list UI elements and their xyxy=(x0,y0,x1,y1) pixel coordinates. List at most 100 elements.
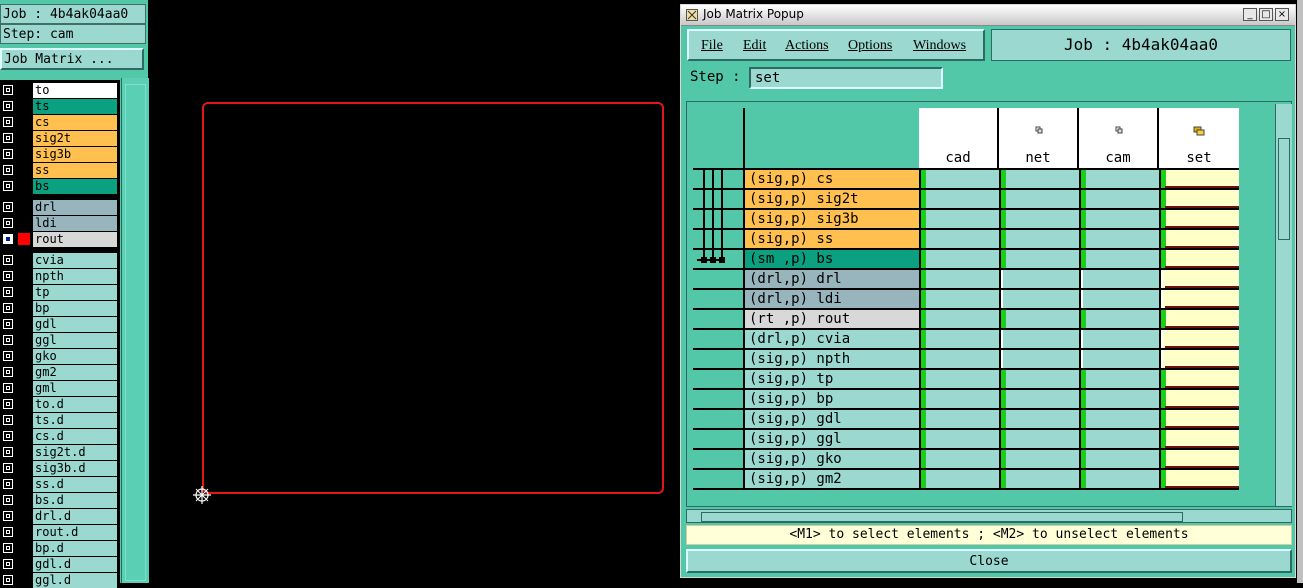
layer-checkbox[interactable] xyxy=(3,527,13,537)
matrix-cell-net[interactable] xyxy=(1001,190,1079,208)
layer-row[interactable]: bp.d xyxy=(0,540,118,556)
layer-row[interactable]: cs xyxy=(0,114,118,130)
matrix-cell-cam[interactable] xyxy=(1081,430,1159,448)
matrix-row[interactable]: (sig,p) sig2t xyxy=(693,190,1239,210)
window-close-button[interactable]: × xyxy=(1275,8,1289,21)
matrix-cell-set[interactable] xyxy=(1161,230,1239,248)
layer-row[interactable]: sig2t.d xyxy=(0,444,118,460)
matrix-row[interactable]: (sig,p) gdl xyxy=(693,410,1239,430)
layer-row[interactable]: cs.d xyxy=(0,428,118,444)
matrix-cell-net[interactable] xyxy=(1001,170,1079,188)
column-header-cad[interactable]: cad xyxy=(919,108,999,168)
matrix-cell-cad[interactable] xyxy=(921,350,999,368)
layer-checkbox[interactable] xyxy=(3,351,13,361)
matrix-cell-cad[interactable] xyxy=(921,250,999,268)
layer-row[interactable]: bs xyxy=(0,178,118,194)
layer-checkbox[interactable] xyxy=(3,559,13,569)
matrix-cell-net[interactable] xyxy=(1001,370,1079,388)
matrix-cell-cam[interactable] xyxy=(1081,250,1159,268)
layer-row[interactable]: to.d xyxy=(0,396,118,412)
matrix-cell-cad[interactable] xyxy=(921,370,999,388)
matrix-cell-cad[interactable] xyxy=(921,270,999,288)
layer-checkbox[interactable] xyxy=(3,415,13,425)
layer-row[interactable]: sig2t xyxy=(0,130,118,146)
matrix-cell-set[interactable] xyxy=(1161,330,1239,348)
layer-row[interactable]: rout xyxy=(0,231,118,247)
matrix-row[interactable]: (drl,p) cvia xyxy=(693,330,1239,350)
matrix-row[interactable]: (sm ,p) bs xyxy=(693,250,1239,270)
layer-row[interactable]: drl xyxy=(0,199,118,215)
matrix-row[interactable]: (sig,p) cs xyxy=(693,170,1239,190)
layer-row[interactable]: gko xyxy=(0,348,118,364)
layer-checkbox[interactable] xyxy=(3,202,13,212)
layer-checkbox[interactable] xyxy=(3,149,13,159)
layer-checkbox[interactable] xyxy=(3,383,13,393)
menu-actions[interactable]: Actions xyxy=(785,38,829,54)
matrix-cell-cam[interactable] xyxy=(1081,310,1159,328)
matrix-cell-net[interactable] xyxy=(1001,390,1079,408)
matrix-cell-net[interactable] xyxy=(1001,270,1079,288)
column-header-cam[interactable]: cam xyxy=(1079,108,1159,168)
matrix-row[interactable]: (sig,p) ggl xyxy=(693,430,1239,450)
matrix-cell-net[interactable] xyxy=(1001,250,1079,268)
layer-checkbox[interactable] xyxy=(3,101,13,111)
matrix-horizontal-scrollbar[interactable] xyxy=(686,509,1292,523)
matrix-row[interactable]: (sig,p) ss xyxy=(693,230,1239,250)
layer-row[interactable]: sig3b xyxy=(0,146,118,162)
layer-row[interactable]: ts.d xyxy=(0,412,118,428)
layer-checkbox[interactable] xyxy=(3,511,13,521)
matrix-row[interactable]: (sig,p) npth xyxy=(693,350,1239,370)
matrix-cell-set[interactable] xyxy=(1161,190,1239,208)
matrix-cell-cad[interactable] xyxy=(921,210,999,228)
matrix-cell-cad[interactable] xyxy=(921,410,999,428)
maximize-button[interactable]: □ xyxy=(1259,8,1273,21)
matrix-cell-cam[interactable] xyxy=(1081,270,1159,288)
layer-row[interactable]: ldi xyxy=(0,215,118,231)
layer-row[interactable]: gml xyxy=(0,380,118,396)
matrix-cell-cad[interactable] xyxy=(921,310,999,328)
layer-checkbox[interactable] xyxy=(3,479,13,489)
layer-checkbox[interactable] xyxy=(3,447,13,457)
matrix-cell-cam[interactable] xyxy=(1081,210,1159,228)
matrix-row[interactable]: (sig,p) gko xyxy=(693,450,1239,470)
matrix-cell-set[interactable] xyxy=(1161,170,1239,188)
layer-checkbox[interactable] xyxy=(3,575,13,585)
matrix-row[interactable]: (rt ,p) rout xyxy=(693,310,1239,330)
menu-windows[interactable]: Windows xyxy=(913,38,966,54)
matrix-cell-cad[interactable] xyxy=(921,390,999,408)
matrix-cell-net[interactable] xyxy=(1001,350,1079,368)
matrix-cell-cam[interactable] xyxy=(1081,190,1159,208)
matrix-cell-cad[interactable] xyxy=(921,170,999,188)
layer-list-scrollbar[interactable] xyxy=(121,78,149,583)
matrix-cell-net[interactable] xyxy=(1001,330,1079,348)
layer-checkbox[interactable] xyxy=(3,133,13,143)
matrix-cell-net[interactable] xyxy=(1001,310,1079,328)
layer-checkbox[interactable] xyxy=(3,287,13,297)
matrix-cell-cam[interactable] xyxy=(1081,230,1159,248)
matrix-cell-set[interactable] xyxy=(1161,250,1239,268)
layer-checkbox[interactable] xyxy=(3,463,13,473)
layer-checkbox[interactable] xyxy=(3,181,13,191)
matrix-cell-cam[interactable] xyxy=(1081,290,1159,308)
matrix-cell-cad[interactable] xyxy=(921,450,999,468)
matrix-cell-cad[interactable] xyxy=(921,230,999,248)
matrix-cell-set[interactable] xyxy=(1161,370,1239,388)
matrix-cell-set[interactable] xyxy=(1161,310,1239,328)
step-input[interactable]: set xyxy=(749,67,943,89)
matrix-cell-set[interactable] xyxy=(1161,210,1239,228)
layer-checkbox[interactable] xyxy=(3,255,13,265)
layer-row[interactable]: bs.d xyxy=(0,492,118,508)
layer-row[interactable]: tp xyxy=(0,284,118,300)
layer-row[interactable]: to xyxy=(0,82,118,98)
menu-options[interactable]: Options xyxy=(848,38,892,54)
layer-row[interactable]: gm2 xyxy=(0,364,118,380)
layer-checkbox[interactable] xyxy=(3,117,13,127)
matrix-cell-cad[interactable] xyxy=(921,430,999,448)
matrix-cell-set[interactable] xyxy=(1161,470,1239,488)
matrix-cell-cad[interactable] xyxy=(921,290,999,308)
matrix-cell-cam[interactable] xyxy=(1081,330,1159,348)
layer-checkbox[interactable] xyxy=(3,218,13,228)
layer-checkbox[interactable] xyxy=(3,234,13,244)
menu-edit[interactable]: Edit xyxy=(743,38,766,54)
matrix-cell-set[interactable] xyxy=(1161,350,1239,368)
